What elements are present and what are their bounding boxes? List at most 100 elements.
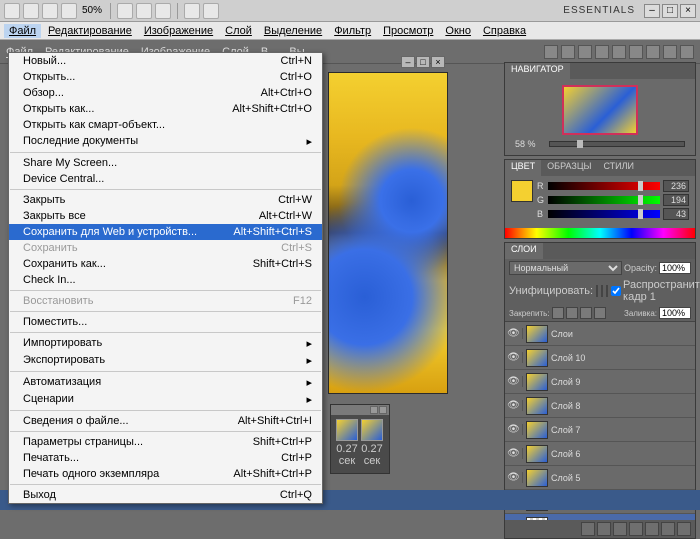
- menu-item[interactable]: Сведения о файле...Alt+Shift+Ctrl+I: [9, 413, 322, 429]
- frame-thumb[interactable]: [336, 419, 358, 441]
- zoom-level[interactable]: 50%: [80, 5, 104, 16]
- menu-item[interactable]: Автоматизация▸: [9, 374, 322, 391]
- tab-color[interactable]: ЦВЕТ: [505, 160, 541, 176]
- menu-item[interactable]: Импортировать▸: [9, 335, 322, 352]
- layer-name[interactable]: Слой 6: [551, 449, 695, 459]
- fx-icon[interactable]: [597, 522, 611, 536]
- optbar-icon[interactable]: [646, 45, 660, 59]
- mask-icon[interactable]: [613, 522, 627, 536]
- menu-item[interactable]: Закрыть всеAlt+Ctrl+W: [9, 208, 322, 224]
- visibility-icon[interactable]: 👁: [505, 448, 523, 459]
- optbar-icon[interactable]: [578, 45, 592, 59]
- layer-thumb[interactable]: [526, 397, 548, 415]
- rotate-icon[interactable]: [155, 3, 171, 19]
- panel-min-icon[interactable]: [370, 406, 378, 414]
- foreground-swatch[interactable]: [511, 180, 533, 202]
- close-button[interactable]: ×: [680, 4, 696, 18]
- layer-thumb[interactable]: [526, 517, 548, 521]
- layer-thumb[interactable]: [526, 325, 548, 343]
- menu-item[interactable]: Печатать...Ctrl+P: [9, 450, 322, 466]
- tab-layers[interactable]: СЛОИ: [505, 243, 543, 259]
- optbar-icon[interactable]: [663, 45, 677, 59]
- hand-icon[interactable]: [117, 3, 133, 19]
- menu-file[interactable]: Файл: [4, 24, 41, 38]
- adjustment-icon[interactable]: [629, 522, 643, 536]
- panel-close-icon[interactable]: [379, 406, 387, 414]
- menu-item[interactable]: Device Central...: [9, 171, 322, 187]
- doc-minimize-button[interactable]: –: [401, 56, 415, 68]
- g-slider[interactable]: [548, 196, 660, 204]
- frame-thumb[interactable]: [361, 419, 383, 441]
- app-icon[interactable]: [4, 3, 20, 19]
- menu-filter[interactable]: Фильтр: [329, 24, 376, 38]
- menu-help[interactable]: Справка: [478, 24, 531, 38]
- trash-icon[interactable]: [677, 522, 691, 536]
- optbar-icon[interactable]: [561, 45, 575, 59]
- layer-thumb[interactable]: [526, 421, 548, 439]
- visibility-icon[interactable]: 👁: [505, 376, 523, 387]
- menu-view[interactable]: Просмотр: [378, 24, 438, 38]
- lock-trans-icon[interactable]: [552, 307, 564, 319]
- menu-item[interactable]: Новый...Ctrl+N: [9, 53, 322, 69]
- tab-swatches[interactable]: ОБРАЗЦЫ: [541, 160, 597, 176]
- link-layers-icon[interactable]: [581, 522, 595, 536]
- color-spectrum[interactable]: [505, 228, 695, 238]
- menu-item[interactable]: Открыть как смарт-объект...: [9, 117, 322, 133]
- group-icon[interactable]: [645, 522, 659, 536]
- optbar-icon[interactable]: [680, 45, 694, 59]
- menu-item[interactable]: Последние документы▸: [9, 133, 322, 150]
- layer-row[interactable]: 👁 Слой 9: [505, 370, 695, 394]
- new-layer-icon[interactable]: [661, 522, 675, 536]
- visibility-icon[interactable]: 👁: [505, 352, 523, 363]
- unify-icon[interactable]: [596, 285, 598, 297]
- menu-item[interactable]: Открыть...Ctrl+O: [9, 69, 322, 85]
- layer-row[interactable]: 👁 Слои: [505, 322, 695, 346]
- navigator-thumb[interactable]: [562, 85, 638, 135]
- layer-name[interactable]: Слой 5: [551, 473, 695, 483]
- layer-row[interactable]: 👁 Слой 6: [505, 442, 695, 466]
- r-slider[interactable]: [548, 182, 660, 190]
- navigator-slider[interactable]: [549, 141, 685, 147]
- visibility-icon[interactable]: 👁: [505, 400, 523, 411]
- layer-name[interactable]: Слои: [551, 329, 695, 339]
- maximize-button[interactable]: □: [662, 4, 678, 18]
- visibility-icon[interactable]: 👁: [505, 328, 523, 339]
- visibility-icon[interactable]: 👁: [505, 472, 523, 483]
- tool-icon[interactable]: [42, 3, 58, 19]
- screen-icon[interactable]: [203, 3, 219, 19]
- navigator-zoom[interactable]: 58 %: [515, 139, 545, 149]
- layer-name[interactable]: Слой 7: [551, 425, 695, 435]
- unify-icon[interactable]: [601, 285, 603, 297]
- b-value[interactable]: 43: [663, 208, 689, 220]
- menu-item[interactable]: Параметры страницы...Shift+Ctrl+P: [9, 434, 322, 450]
- menu-item[interactable]: ЗакрытьCtrl+W: [9, 192, 322, 208]
- tab-navigator[interactable]: НАВИГАТОР: [505, 63, 570, 79]
- layer-name[interactable]: Слой 10: [551, 353, 695, 363]
- layer-thumb[interactable]: [526, 445, 548, 463]
- menu-select[interactable]: Выделение: [259, 24, 327, 38]
- menu-item[interactable]: Поместить...: [9, 314, 322, 330]
- lock-paint-icon[interactable]: [566, 307, 578, 319]
- layer-row[interactable]: 👁 Слой 5: [505, 466, 695, 490]
- optbar-icon[interactable]: [544, 45, 558, 59]
- doc-maximize-button[interactable]: □: [416, 56, 430, 68]
- propagate-checkbox[interactable]: Распространить кадр 1: [611, 279, 700, 303]
- menu-window[interactable]: Окно: [440, 24, 476, 38]
- layer-name[interactable]: Слой 9: [551, 377, 695, 387]
- menu-item[interactable]: Сохранить для Web и устройств...Alt+Shif…: [9, 224, 322, 240]
- doc-close-button[interactable]: ×: [431, 56, 445, 68]
- layer-row[interactable]: 👁Слой 8: [505, 394, 695, 418]
- unify-icon[interactable]: [606, 285, 608, 297]
- b-slider[interactable]: [548, 210, 660, 218]
- optbar-icon[interactable]: [629, 45, 643, 59]
- menu-item[interactable]: Открыть как...Alt+Shift+Ctrl+O: [9, 101, 322, 117]
- minimize-button[interactable]: –: [644, 4, 660, 18]
- menu-item[interactable]: Сохранить как...Shift+Ctrl+S: [9, 256, 322, 272]
- canvas-image[interactable]: [329, 73, 447, 393]
- layer-thumb[interactable]: [526, 469, 548, 487]
- blend-mode-select[interactable]: Нормальный: [509, 261, 622, 275]
- arrange-icon[interactable]: [184, 3, 200, 19]
- fill-value[interactable]: 100%: [659, 307, 691, 319]
- layer-thumb[interactable]: [526, 349, 548, 367]
- optbar-icon[interactable]: [595, 45, 609, 59]
